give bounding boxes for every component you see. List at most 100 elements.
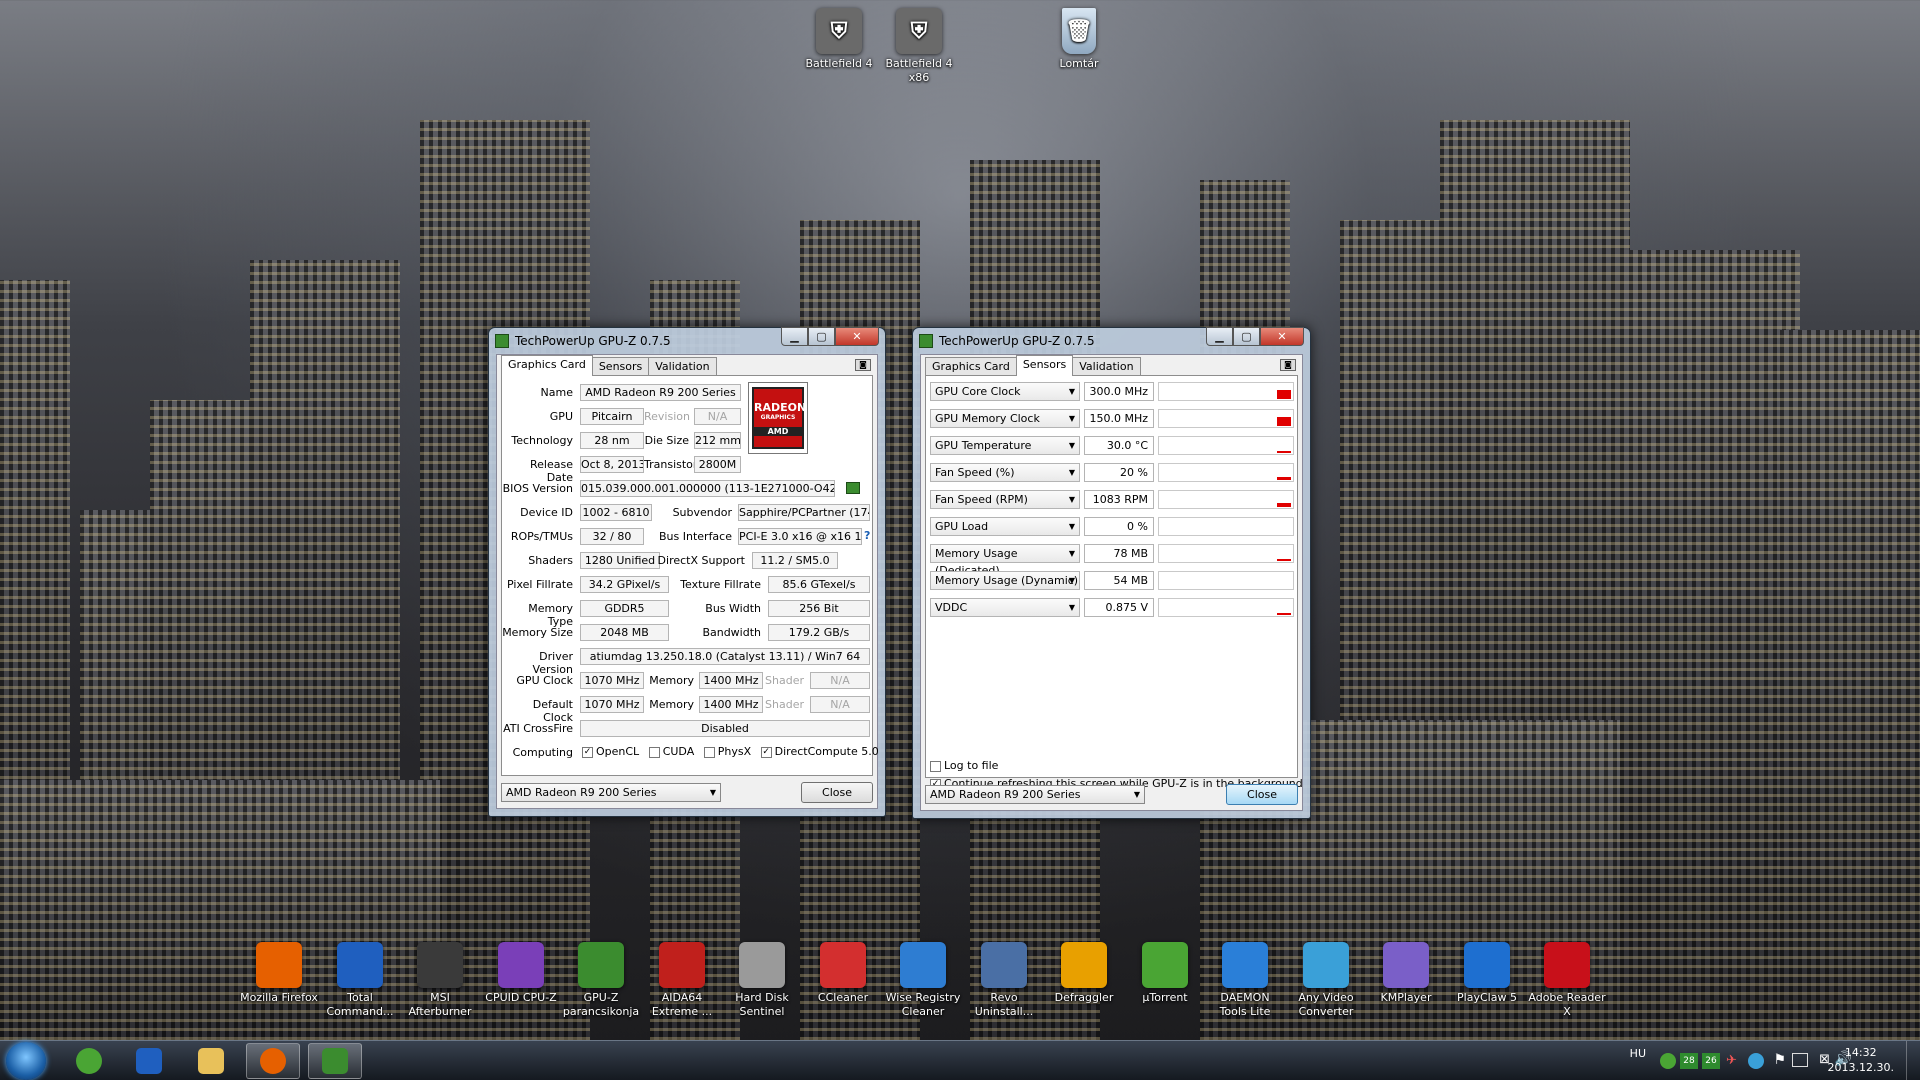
sensor-value: 54 MB bbox=[1084, 571, 1154, 590]
utorrent-tray-icon[interactable] bbox=[1660, 1053, 1676, 1069]
sensor-graph[interactable] bbox=[1158, 544, 1294, 563]
cuda-checkbox[interactable] bbox=[648, 746, 660, 758]
directx-label: DirectX Support bbox=[657, 554, 745, 567]
close-button[interactable]: Close bbox=[1226, 784, 1298, 805]
tab-sensors[interactable]: Sensors bbox=[1015, 355, 1074, 376]
shaders-value: 1280 Unified bbox=[580, 552, 660, 569]
app-icon bbox=[256, 942, 302, 988]
sensor-name-select[interactable]: Memory Usage (Dynamic) ▼ bbox=[930, 571, 1080, 590]
maximize-button[interactable]: ▢ bbox=[1233, 327, 1260, 346]
sensor-name-select[interactable]: GPU Core Clock ▼ bbox=[930, 382, 1080, 401]
tab-graphics-card[interactable]: Graphics Card bbox=[501, 355, 593, 376]
desktop-icon-battlefield4-x86[interactable]: ⛨ Battlefield 4 x86 bbox=[880, 8, 958, 85]
msi-afterburner-tray-icon[interactable]: ✈ bbox=[1726, 1053, 1742, 1069]
taskbar-firefox[interactable] bbox=[246, 1043, 300, 1079]
sensor-value: 0.875 V bbox=[1084, 598, 1154, 617]
sensor-graph[interactable] bbox=[1158, 436, 1294, 455]
camera-icon[interactable]: ◙ bbox=[1280, 359, 1296, 371]
physx-checkbox[interactable] bbox=[703, 746, 715, 758]
desktop-icon[interactable]: MSI Afterburner bbox=[401, 942, 479, 1019]
network-globe-icon[interactable] bbox=[1748, 1053, 1764, 1069]
close-button[interactable]: Close bbox=[801, 782, 873, 803]
desktop-icon[interactable]: GPU-Z parancsikonja bbox=[562, 942, 640, 1019]
device-select[interactable]: AMD Radeon R9 200 Series ▼ bbox=[925, 785, 1145, 804]
desktop-icon[interactable]: Defraggler bbox=[1045, 942, 1123, 1005]
bus-interface-label: Bus Interface bbox=[659, 530, 732, 543]
memory-size-label: Memory Size bbox=[502, 626, 573, 639]
directcompute-checkbox[interactable]: ✓ bbox=[760, 746, 772, 758]
desktop-icon[interactable]: Total Command... bbox=[321, 942, 399, 1019]
sensor-name-select[interactable]: Fan Speed (%) ▼ bbox=[930, 463, 1080, 482]
taskbar-utorrent[interactable] bbox=[62, 1043, 116, 1079]
taskbar-gpuz[interactable] bbox=[308, 1043, 362, 1079]
computing-label: Computing bbox=[512, 746, 573, 759]
close-window-button[interactable]: ✕ bbox=[1260, 327, 1304, 346]
sensor-name-select[interactable]: Memory Usage (Dedicated)▼ bbox=[930, 544, 1080, 577]
sensor-name-select[interactable]: GPU Temperature ▼ bbox=[930, 436, 1080, 455]
sensor-graph[interactable] bbox=[1158, 571, 1294, 590]
minimize-button[interactable]: ▁ bbox=[1206, 327, 1233, 346]
sensor-graph[interactable] bbox=[1158, 382, 1294, 401]
desktop-icon-battlefield4[interactable]: ⛨ Battlefield 4 bbox=[800, 8, 878, 71]
log-to-file-row: Log to file bbox=[930, 759, 998, 772]
start-button[interactable] bbox=[6, 1042, 46, 1080]
desktop-icon[interactable]: CPUID CPU-Z bbox=[482, 942, 560, 1005]
sensor-graph[interactable] bbox=[1158, 490, 1294, 509]
device-select[interactable]: AMD Radeon R9 200 Series ▼ bbox=[501, 783, 721, 802]
app-icon bbox=[1061, 942, 1107, 988]
sensor-name-select[interactable]: VDDC ▼ bbox=[930, 598, 1080, 617]
desktop-icon[interactable]: AIDA64 Extreme ... bbox=[643, 942, 721, 1019]
desktop-icon-label: CPUID CPU-Z bbox=[485, 991, 557, 1004]
tab-validation[interactable]: Validation bbox=[1072, 357, 1141, 376]
desktop-icon[interactable]: Hard Disk Sentinel bbox=[723, 942, 801, 1019]
desktop-icon[interactable]: PlayClaw 5 bbox=[1448, 942, 1526, 1005]
tab-validation[interactable]: Validation bbox=[648, 357, 717, 376]
maximize-button[interactable]: ▢ bbox=[808, 327, 835, 346]
opencl-checkbox[interactable]: ✓ bbox=[582, 746, 593, 758]
close-window-button[interactable]: ✕ bbox=[835, 327, 879, 346]
sensor-graph-bar bbox=[1277, 451, 1291, 453]
log-to-file-checkbox[interactable] bbox=[930, 760, 941, 772]
sensor-graph[interactable] bbox=[1158, 409, 1294, 428]
desktop-icon[interactable]: Wise Registry Cleaner bbox=[884, 942, 962, 1019]
graphics-card-panel: Name AMD Radeon R9 200 Series RADEON GRA… bbox=[501, 375, 879, 776]
chevron-down-icon: ▼ bbox=[1068, 414, 1075, 423]
desktop-icon[interactable]: Revo Uninstall... bbox=[965, 942, 1043, 1019]
language-indicator[interactable]: HU bbox=[1630, 1047, 1646, 1060]
gpu-chip-icon[interactable] bbox=[846, 482, 860, 494]
desktop-icon[interactable]: Mozilla Firefox bbox=[240, 942, 318, 1005]
sensor-name-select[interactable]: Fan Speed (RPM) ▼ bbox=[930, 490, 1080, 509]
desktop-icon-label: Defraggler bbox=[1054, 991, 1114, 1004]
desktop-icon[interactable]: DAEMON Tools Lite bbox=[1206, 942, 1284, 1019]
action-center-flag-icon[interactable]: ⚑ bbox=[1773, 1052, 1786, 1068]
show-desktop-button[interactable] bbox=[1906, 1041, 1920, 1080]
clock[interactable]: 14:32 2013.12.30. bbox=[1828, 1045, 1894, 1075]
desktop-icon-label: µTorrent bbox=[1142, 991, 1188, 1004]
tab-sensors[interactable]: Sensors bbox=[591, 357, 650, 376]
temperature-badge-2[interactable]: 26 bbox=[1702, 1053, 1720, 1069]
desktop-icon[interactable]: KMPlayer bbox=[1367, 942, 1445, 1005]
taskbar-explorer[interactable] bbox=[184, 1043, 238, 1079]
transistors-value: 2800M bbox=[694, 456, 741, 473]
display-icon[interactable] bbox=[1792, 1053, 1808, 1067]
help-icon[interactable]: ? bbox=[864, 529, 870, 542]
gpu-clock-value: 1070 MHz bbox=[580, 672, 644, 689]
tab-graphics-card[interactable]: Graphics Card bbox=[925, 357, 1017, 376]
desktop-icon-recycle-bin[interactable]: 🗑 Lomtár bbox=[1040, 8, 1118, 71]
sensor-graph-bar bbox=[1277, 503, 1291, 507]
desktop-icon[interactable]: Any Video Converter bbox=[1287, 942, 1365, 1019]
desktop-icon[interactable]: CCleaner bbox=[804, 942, 882, 1005]
taskbar-total-commander[interactable] bbox=[122, 1043, 176, 1079]
sensor-graph[interactable] bbox=[1158, 463, 1294, 482]
temperature-badge-1[interactable]: 28 bbox=[1680, 1053, 1698, 1069]
sensor-name-select[interactable]: GPU Memory Clock ▼ bbox=[930, 409, 1080, 428]
device-select-value: AMD Radeon R9 200 Series bbox=[930, 788, 1081, 801]
desktop-icon-label: Any Video Converter bbox=[1298, 991, 1354, 1018]
sensor-graph[interactable] bbox=[1158, 598, 1294, 617]
minimize-button[interactable]: ▁ bbox=[781, 327, 808, 346]
camera-icon[interactable]: ◙ bbox=[855, 359, 871, 371]
sensor-graph[interactable] bbox=[1158, 517, 1294, 536]
desktop-icon[interactable]: Adobe Reader X bbox=[1528, 942, 1606, 1019]
desktop-icon[interactable]: µTorrent bbox=[1126, 942, 1204, 1005]
sensor-name-select[interactable]: GPU Load ▼ bbox=[930, 517, 1080, 536]
